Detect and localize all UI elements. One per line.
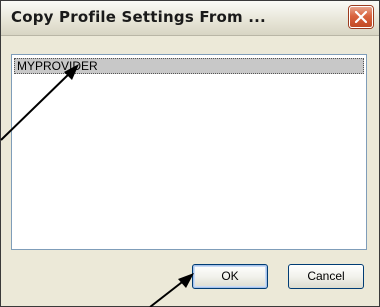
close-button[interactable]	[349, 6, 373, 28]
title-bar: Copy Profile Settings From ...	[1, 1, 379, 36]
list-item-myprovider[interactable]: MYPROVIDER	[14, 58, 364, 74]
copy-profile-dialog: Copy Profile Settings From ... MYPROVIDE…	[0, 0, 380, 307]
close-icon	[355, 11, 367, 23]
ok-button[interactable]: OK	[192, 264, 268, 289]
profile-listbox[interactable]: MYPROVIDER	[11, 54, 367, 250]
cancel-button[interactable]: Cancel	[288, 264, 364, 289]
dialog-title: Copy Profile Settings From ...	[11, 8, 266, 26]
